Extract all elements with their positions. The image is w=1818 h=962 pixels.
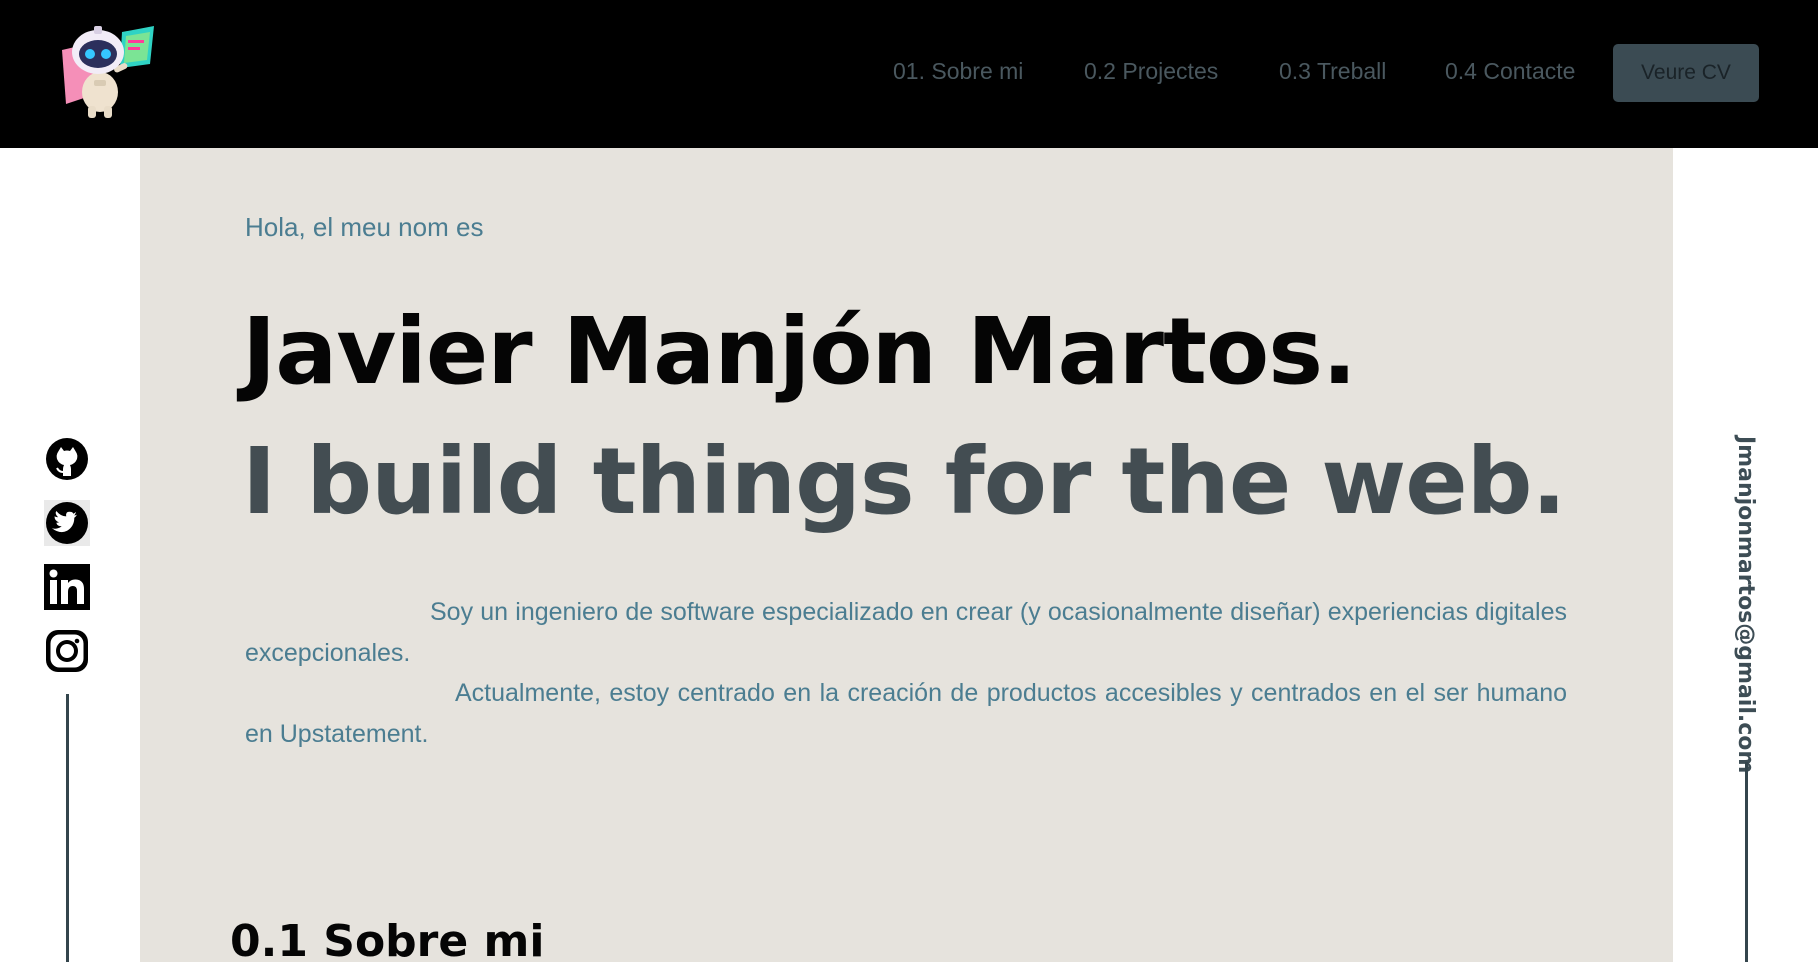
intro-paragraph: Soy un ingeniero de software especializa… (245, 598, 1567, 667)
section-title-sobre-mi: 0.1 Sobre mi (230, 916, 545, 962)
linkedin-icon[interactable] (44, 564, 90, 610)
hero-section: Hola, el meu nom es Javier Manjón Martos… (140, 148, 1673, 962)
nav-link-sobre-mi[interactable]: 01. Sobre mi (893, 58, 1023, 85)
nav-link-treball[interactable]: 0.3 Treball (1279, 58, 1386, 85)
hero-intro: Soy un ingeniero de software especializa… (245, 592, 1567, 754)
right-sidebar-line (1745, 762, 1748, 962)
nav-link-contacte[interactable]: 0.4 Contacte (1445, 58, 1575, 85)
left-sidebar-line (66, 694, 69, 962)
twitter-icon[interactable] (44, 500, 90, 546)
instagram-icon[interactable] (44, 628, 90, 674)
hero-greeting: Hola, el meu nom es (245, 212, 484, 242)
email-link[interactable]: Jmanjonmartos@gmail.com (1733, 436, 1758, 773)
top-navbar: 01. Sobre mi 0.2 Projectes 0.3 Treball 0… (0, 0, 1818, 148)
nav-link-projectes[interactable]: 0.2 Projectes (1084, 58, 1218, 85)
robot-logo[interactable] (58, 22, 158, 122)
view-cv-button[interactable]: Veure CV (1613, 44, 1759, 102)
hero-name: Javier Manjón Martos. (242, 298, 1357, 405)
hero-tagline: I build things for the web. (242, 428, 1566, 535)
github-icon[interactable] (44, 436, 90, 482)
intro-paragraph: Actualmente, estoy centrado en la creaci… (245, 679, 1567, 748)
